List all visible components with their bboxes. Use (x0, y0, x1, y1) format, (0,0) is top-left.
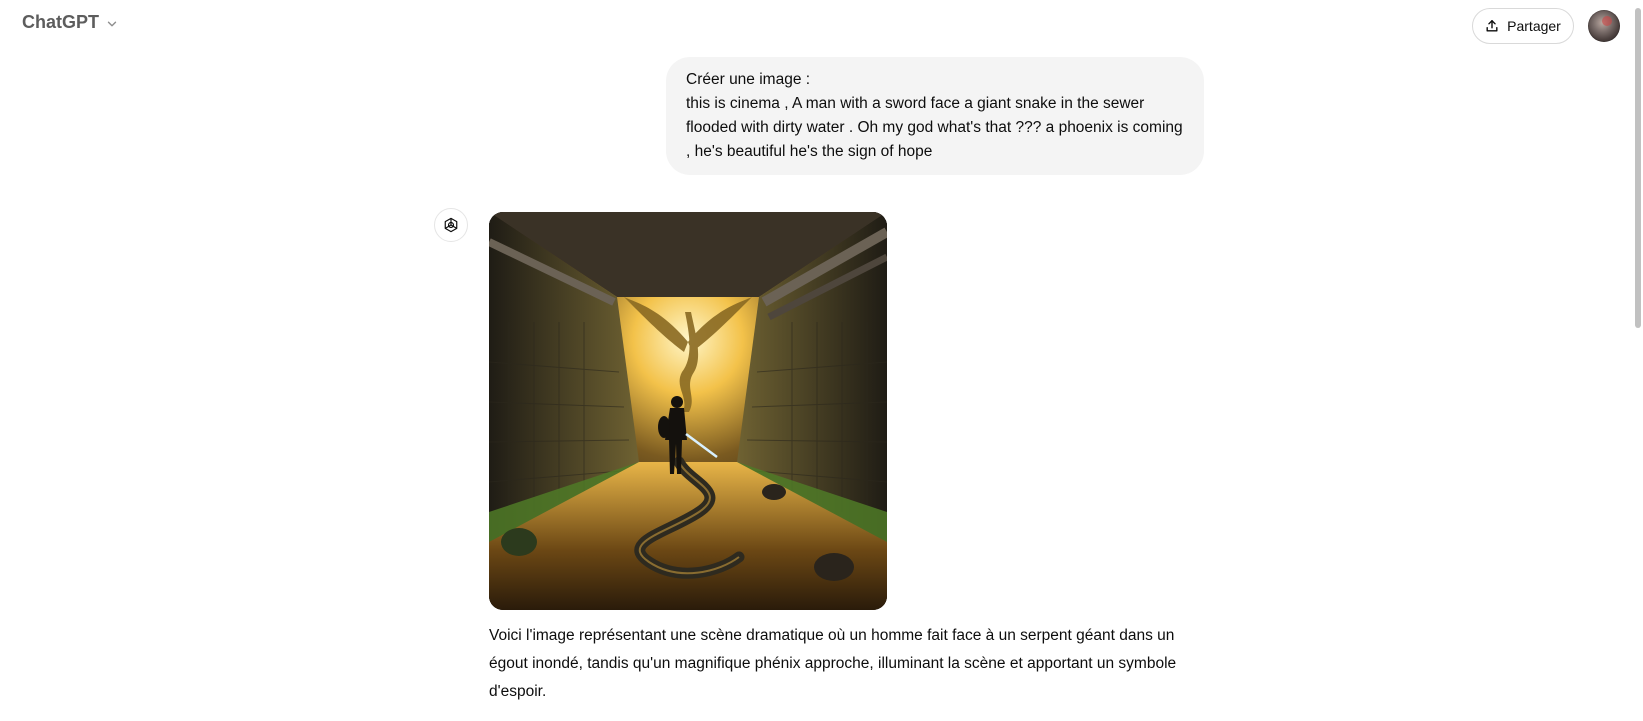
chevron-down-icon (107, 21, 117, 26)
upload-icon (1486, 20, 1498, 32)
avatar[interactable] (1588, 10, 1620, 42)
sewer-scene-illustration (489, 212, 887, 610)
openai-logo-icon (444, 217, 458, 233)
generated-image[interactable] (489, 212, 887, 610)
share-button[interactable]: Partager (1472, 8, 1574, 44)
assistant-avatar (434, 208, 468, 242)
model-name: ChatGPT (22, 12, 100, 32)
assistant-message: Voici l'image représentant une scène dra… (489, 627, 1177, 700)
model-selector[interactable]: ChatGPT (22, 12, 119, 33)
scrollbar[interactable] (1633, 0, 1643, 721)
share-label: Partager (1507, 18, 1561, 34)
user-message: Créer une image : this is cinema , A man… (666, 57, 1204, 175)
scrollbar-thumb[interactable] (1635, 8, 1641, 328)
